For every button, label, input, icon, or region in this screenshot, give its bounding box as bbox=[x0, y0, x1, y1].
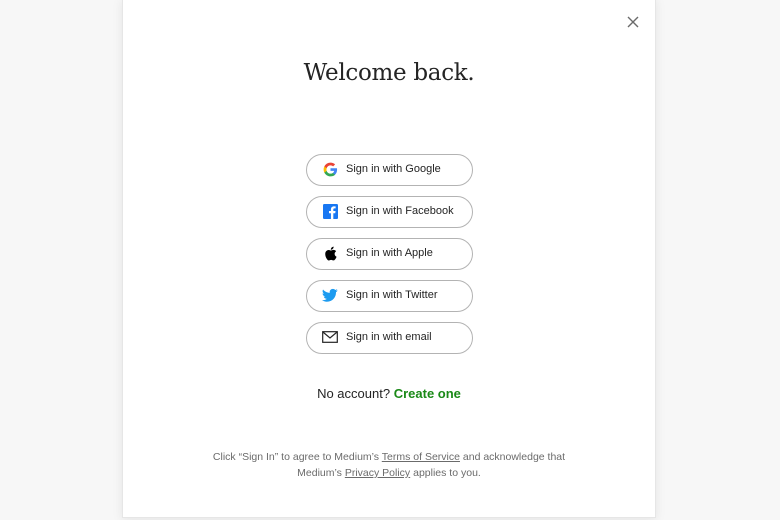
google-sign-in-button[interactable]: Sign in with Google bbox=[306, 154, 473, 186]
privacy-policy-link[interactable]: Privacy Policy bbox=[345, 467, 410, 479]
legal-line-1: Click “Sign In” to agree to Medium’s Ter… bbox=[123, 449, 655, 465]
close-icon bbox=[627, 16, 639, 28]
google-button-label: Sign in with Google bbox=[346, 163, 441, 175]
signup-prompt: No account? Create one bbox=[123, 386, 655, 401]
signup-prompt-text: No account? bbox=[317, 386, 391, 401]
twitter-button-label: Sign in with Twitter bbox=[346, 289, 438, 301]
legal-line-2: Medium’s Privacy Policy applies to you. bbox=[123, 465, 655, 481]
twitter-sign-in-button[interactable]: Sign in with Twitter bbox=[306, 280, 473, 312]
apple-sign-in-button[interactable]: Sign in with Apple bbox=[306, 238, 473, 270]
create-account-link[interactable]: Create one bbox=[394, 386, 461, 401]
legal-line-1-post: and acknowledge that bbox=[462, 451, 566, 463]
legal-line-2-pre: Medium’s bbox=[297, 467, 342, 479]
legal-line-1-pre: Click “Sign In” to agree to Medium’s bbox=[212, 451, 380, 463]
email-icon bbox=[322, 329, 338, 345]
facebook-sign-in-button[interactable]: Sign in with Facebook bbox=[306, 196, 473, 228]
legal-line-2-post: applies to you. bbox=[413, 467, 481, 479]
email-button-label: Sign in with email bbox=[346, 331, 432, 343]
legal-notice: Click “Sign In” to agree to Medium’s Ter… bbox=[123, 449, 655, 481]
facebook-icon bbox=[322, 203, 338, 219]
terms-of-service-link[interactable]: Terms of Service bbox=[382, 451, 460, 463]
facebook-button-label: Sign in with Facebook bbox=[346, 205, 454, 217]
twitter-icon bbox=[322, 287, 338, 303]
close-button[interactable] bbox=[623, 12, 643, 32]
email-sign-in-button[interactable]: Sign in with email bbox=[306, 322, 473, 354]
sign-in-modal: Welcome back. Sign in with Google Sign i… bbox=[122, 0, 656, 518]
modal-title: Welcome back. bbox=[303, 60, 475, 86]
apple-button-label: Sign in with Apple bbox=[346, 247, 433, 259]
auth-button-list: Sign in with Google Sign in with Faceboo… bbox=[306, 154, 473, 364]
google-icon bbox=[322, 161, 338, 177]
apple-icon bbox=[322, 245, 338, 261]
